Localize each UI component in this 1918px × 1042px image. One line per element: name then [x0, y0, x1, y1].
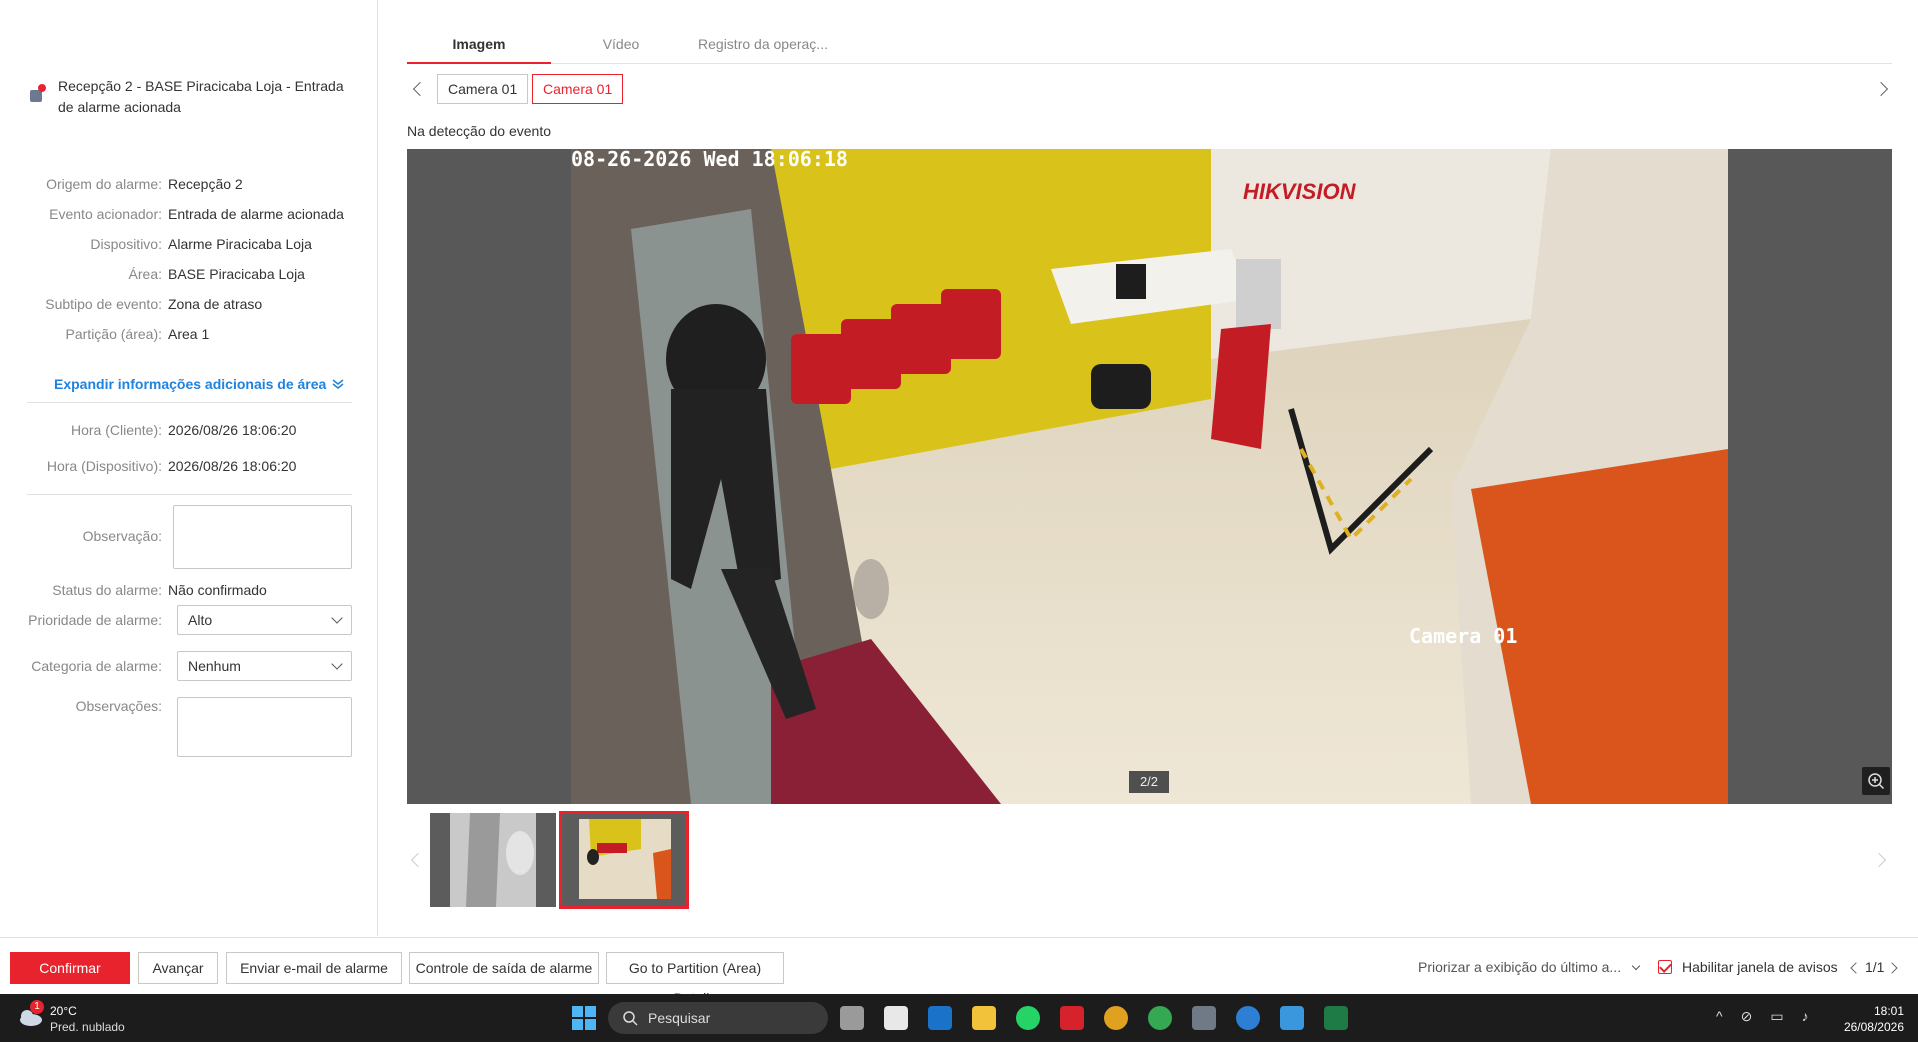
chevron-left-icon[interactable] [1850, 962, 1862, 974]
osd-brand: HIKVISION [1243, 179, 1357, 204]
display-icon[interactable]: ▭ [1770, 1008, 1783, 1025]
alarm-window: Recepção 2 - BASE Piracicaba Loja - Entr… [0, 0, 1918, 1006]
time-row-client: Hora (Cliente): 2026/08/26 18:06:20 [70, 422, 297, 438]
chevron-down-icon [1631, 962, 1641, 971]
volume-icon[interactable]: ♪ [1802, 1008, 1809, 1025]
media-panel: Imagem Vídeo Registro da operaç... Camer… [379, 0, 1918, 936]
osd-timestamp: 08-26-2026 Wed 18:06:18 [571, 149, 848, 171]
weather-desc: Pred. nublado [50, 1020, 125, 1034]
settings-app-icon[interactable] [1236, 1006, 1260, 1030]
image-caption: Na detecção do evento [407, 123, 551, 139]
show-hidden-icons-icon[interactable]: ^ [1716, 1008, 1723, 1025]
network-icon[interactable]: ⊘ [1741, 1008, 1753, 1025]
tab-image[interactable]: Imagem [407, 30, 551, 64]
camera-button[interactable]: Camera 01 [437, 74, 529, 104]
expand-area-info-link[interactable]: Expandir informações adicionais de área [54, 376, 344, 392]
outlook-icon[interactable] [928, 1006, 952, 1030]
alarm-details-panel: Recepção 2 - BASE Piracicaba Loja - Entr… [0, 0, 378, 936]
media-tabs: Imagem Vídeo Registro da operaç... [407, 30, 1892, 64]
weather-temp: 20°C [50, 1004, 77, 1018]
status-row: Status do alarme: Não confirmado [52, 582, 267, 598]
chevron-right-icon[interactable] [1871, 852, 1887, 868]
detail-row-device: Dispositivo: Alarme Piracicaba Loja [90, 236, 312, 252]
thumbnail-image [561, 813, 687, 907]
zoom-button[interactable] [1862, 767, 1890, 795]
clock-time[interactable]: 18:01 [1842, 1004, 1904, 1018]
chevron-down-icon [331, 612, 343, 624]
system-tray: ^ ⊘ ▭ ♪ [1716, 1008, 1809, 1025]
time-row-device: Hora (Dispositivo): 2026/08/26 18:06:20 [46, 458, 297, 474]
remarks-textarea[interactable] [177, 697, 352, 757]
image-counter: 2/2 [1129, 771, 1169, 793]
search-icon [623, 1011, 638, 1026]
divider [27, 494, 352, 495]
camera-button-selected[interactable]: Camera 01 [532, 74, 624, 104]
alarm-input-icon [28, 84, 46, 104]
file-explorer-icon[interactable] [972, 1006, 996, 1030]
detail-row-partition: Partição (área): Area 1 [65, 326, 210, 342]
calculator-icon[interactable] [1192, 1006, 1216, 1030]
camera-snapshot-image: 08-26-2026 Wed 18:06:18 HIKVISION Camera… [571, 149, 1728, 804]
chevron-left-icon[interactable] [412, 81, 428, 97]
hikcentral-icon[interactable] [1060, 1006, 1084, 1030]
alarm-output-control-button[interactable]: Controle de saída de alarme [409, 952, 599, 984]
start-button[interactable] [572, 1006, 596, 1030]
double-chevron-down-icon [332, 379, 344, 389]
detail-row-origin: Origem do alarme: Recepção 2 [46, 176, 243, 192]
taskbar-search[interactable]: Pesquisar [608, 1002, 828, 1034]
zoom-in-icon [1868, 773, 1885, 790]
camera-selector: Camera 01 Camera 01 [407, 74, 1892, 104]
snipping-tool-icon[interactable] [884, 1006, 908, 1030]
chrome-profile-icon[interactable] [1148, 1006, 1172, 1030]
notepad-icon[interactable] [1280, 1006, 1304, 1030]
send-email-button[interactable]: Enviar e-mail de alarme [226, 952, 402, 984]
priority-select[interactable]: Alto [177, 605, 352, 635]
observation-label: Observação: [82, 528, 162, 544]
paging-indicator: 1/1 [1865, 959, 1885, 975]
image-viewer[interactable]: 08-26-2026 Wed 18:06:18 HIKVISION Camera… [407, 149, 1892, 804]
chevron-right-icon[interactable] [1886, 962, 1898, 974]
thumbnail-2-selected[interactable] [559, 811, 689, 909]
weather-widget[interactable]: 1 [16, 1000, 44, 1028]
task-view-icon[interactable] [840, 1006, 864, 1030]
clock-date[interactable]: 26/08/2026 [1836, 1020, 1904, 1034]
chevron-down-icon [331, 658, 343, 670]
thumbnail-image [430, 813, 556, 907]
detail-row-area: Área: BASE Piracicaba Loja [128, 266, 305, 282]
partition-details-button[interactable]: Go to Partition (Area) Details [606, 952, 784, 1006]
advance-button[interactable]: Avançar [138, 952, 218, 984]
thumbnail-1[interactable] [430, 813, 556, 907]
prioritize-dropdown[interactable]: Priorizar a exibição do último a... [1418, 959, 1641, 975]
divider [27, 402, 352, 403]
action-bar: Confirmar Avançar Enviar e-mail de alarm… [0, 937, 1918, 1006]
confirm-button[interactable]: Confirmar [10, 952, 130, 984]
enable-popup-checkbox[interactable] [1658, 960, 1672, 974]
alarm-title: Recepção 2 - BASE Piracicaba Loja - Entr… [58, 78, 344, 115]
thumbnail-strip [407, 810, 1892, 910]
excel-icon[interactable] [1324, 1006, 1348, 1030]
chrome-icon[interactable] [1104, 1006, 1128, 1030]
status-value: Não confirmado [168, 582, 267, 598]
category-select[interactable]: Nenhum [177, 651, 352, 681]
windows-taskbar: 1 20°C Pred. nublado Pesquisar ^ ⊘ ▭ ♪ 1… [0, 994, 1918, 1042]
osd-camera-name: Camera 01 [1409, 624, 1517, 648]
enable-popup-label: Habilitar janela de avisos [1682, 959, 1838, 975]
chevron-right-icon[interactable] [1873, 81, 1889, 97]
event-snapshot: 08-26-2026 Wed 18:06:18 HIKVISION Camera… [571, 149, 1728, 804]
whatsapp-icon[interactable] [1016, 1006, 1040, 1030]
alarm-header: Recepção 2 - BASE Piracicaba Loja - Entr… [28, 76, 358, 118]
observation-textarea[interactable] [173, 505, 352, 569]
detail-row-trigger-event: Evento acionador: Entrada de alarme acion… [49, 206, 344, 222]
chevron-left-icon[interactable] [410, 852, 426, 868]
weather-badge: 1 [30, 1000, 44, 1014]
detail-row-event-subtype: Subtipo de evento: Zona de atraso [45, 296, 263, 312]
tab-operation-log[interactable]: Registro da operaç... [683, 30, 843, 64]
tab-video[interactable]: Vídeo [581, 30, 661, 64]
